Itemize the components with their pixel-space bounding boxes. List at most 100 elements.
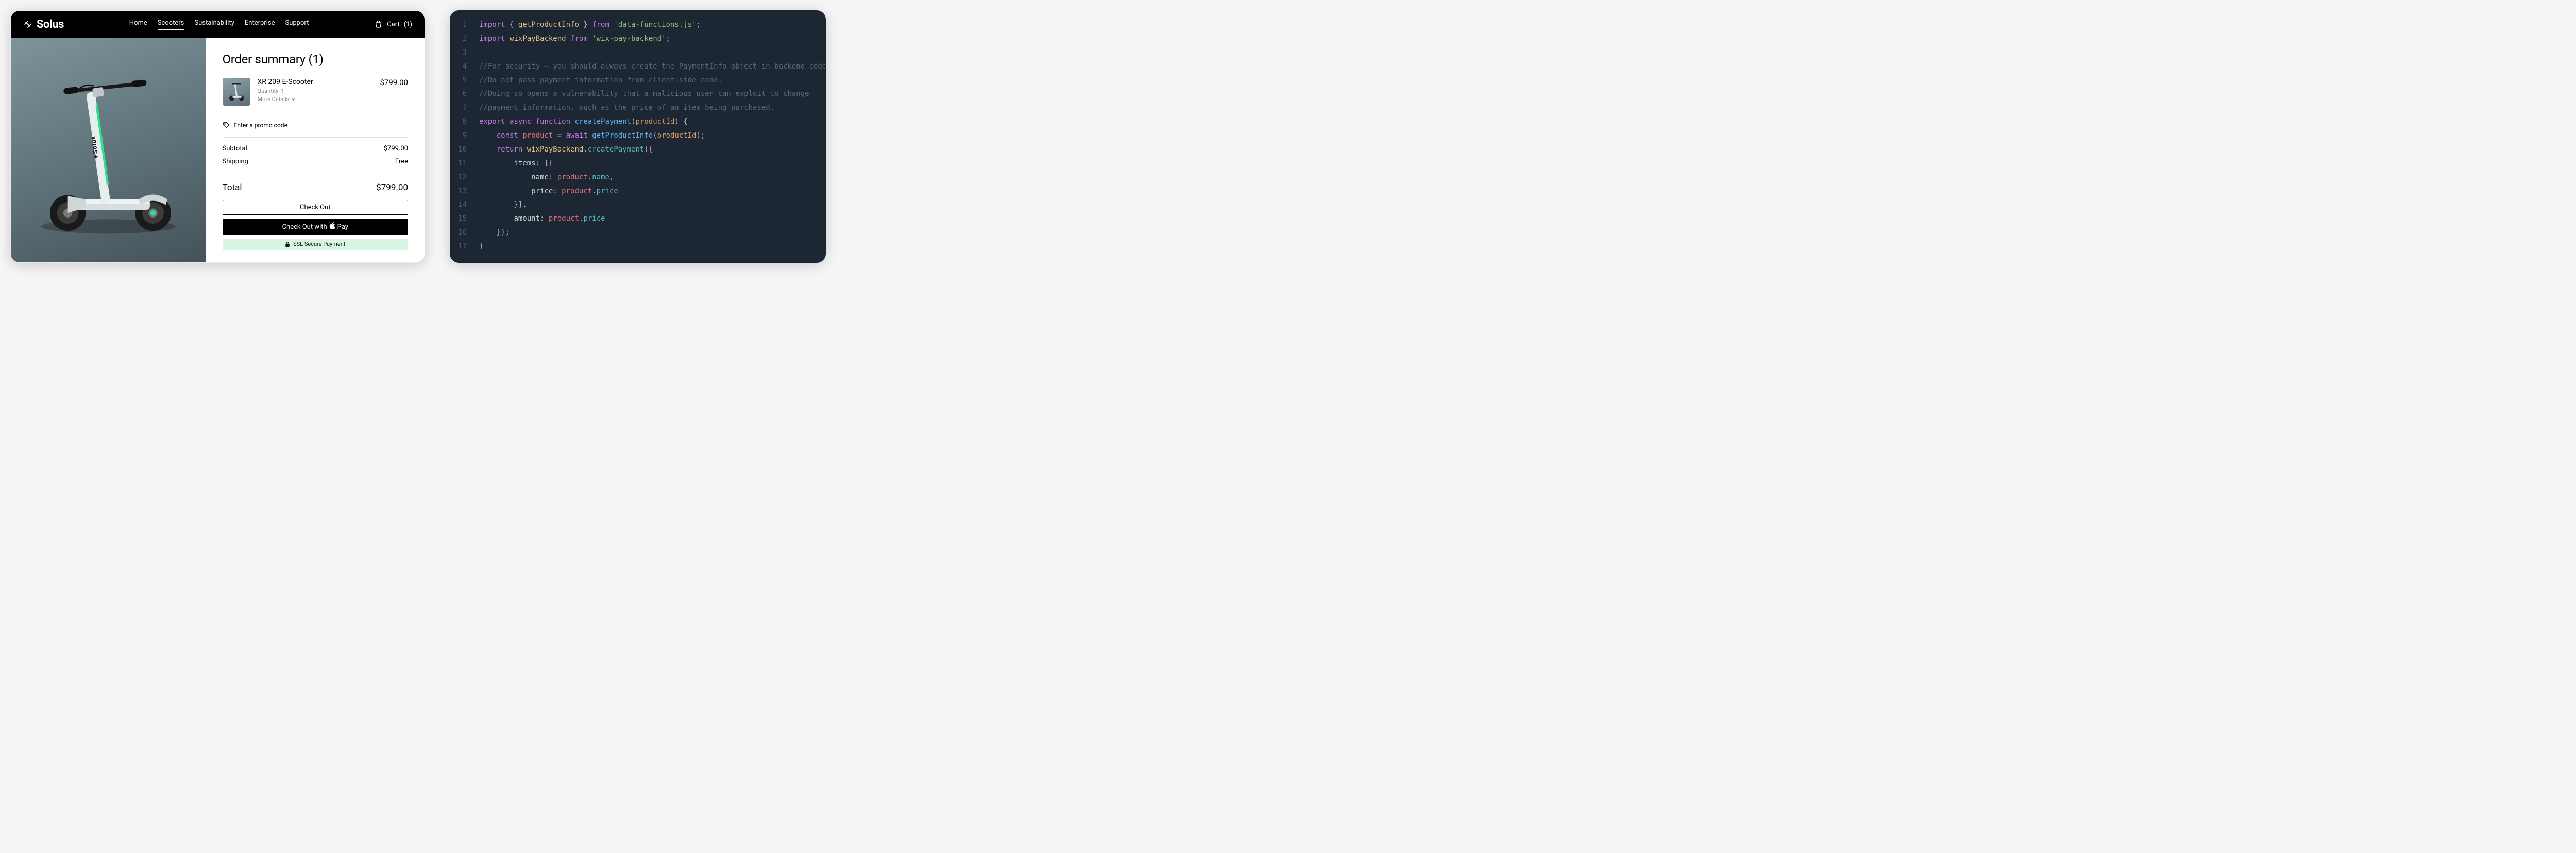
- line-number: 14: [450, 198, 479, 212]
- nav-link-support[interactable]: Support: [285, 19, 309, 30]
- ssl-badge: SSL Secure Payment: [223, 239, 408, 250]
- code-content: const product = await getProductInfo(pro…: [479, 129, 705, 143]
- brand[interactable]: Solus: [23, 18, 64, 31]
- brand-logo-icon: [23, 20, 32, 29]
- code-editor[interactable]: 1import { getProductInfo } from 'data-fu…: [450, 10, 826, 263]
- line-number: 15: [450, 212, 479, 226]
- code-content: //Do not pass payment information from c…: [479, 74, 722, 88]
- code-line[interactable]: 8export async function createPayment(pro…: [450, 115, 825, 129]
- chevron-down-icon: [291, 97, 296, 102]
- line-item: XR 209 E-Scooter Quantity: 1 More Detail…: [223, 78, 408, 114]
- shipping-label: Shipping: [223, 158, 248, 165]
- code-content: import wixPayBackend from 'wix-pay-backe…: [479, 32, 670, 46]
- order-summary-panel: Order summary (1) XR 209 E-Scooter Quant…: [206, 38, 425, 262]
- code-line[interactable]: 13 price: product.price: [450, 185, 825, 198]
- checkout-apple-prefix: Check Out with: [282, 223, 327, 231]
- code-content: //Doing so opens a vulnerability that a …: [479, 87, 809, 101]
- code-line[interactable]: 6//Doing so opens a vulnerability that a…: [450, 87, 825, 101]
- product-image: ✦Solus: [19, 65, 198, 244]
- code-content: name: product.name,: [479, 171, 614, 185]
- shipping-value: Free: [395, 158, 408, 165]
- more-details-toggle[interactable]: More Details: [258, 96, 373, 103]
- line-number: 10: [450, 143, 479, 157]
- code-content: amount: product.price: [479, 212, 605, 226]
- line-item-name: XR 209 E-Scooter: [258, 78, 373, 86]
- code-line[interactable]: 2import wixPayBackend from 'wix-pay-back…: [450, 32, 825, 46]
- code-content: return wixPayBackend.createPayment({: [479, 143, 653, 157]
- apple-logo-icon: [329, 222, 335, 231]
- cart-icon: [374, 20, 383, 29]
- code-line[interactable]: 4//For security – you should always crea…: [450, 60, 825, 74]
- code-line[interactable]: 1import { getProductInfo } from 'data-fu…: [450, 18, 825, 32]
- code-content: price: product.price: [479, 185, 618, 198]
- code-line[interactable]: 12 name: product.name,: [450, 171, 825, 185]
- ssl-label: SSL Secure Payment: [293, 241, 345, 247]
- nav-links: Home Scooters Sustainability Enterprise Supp…: [129, 19, 309, 30]
- code-line[interactable]: 7//payment information, such as the pric…: [450, 101, 825, 115]
- code-line[interactable]: 5//Do not pass payment information from …: [450, 74, 825, 88]
- line-number: 4: [450, 60, 479, 74]
- checkout-button-label: Check Out: [300, 204, 331, 211]
- code-line[interactable]: 11 items: [{: [450, 157, 825, 171]
- line-item-quantity: Quantity: 1: [258, 88, 373, 94]
- code-line[interactable]: 15 amount: product.price: [450, 212, 825, 226]
- total-label: Total: [223, 182, 242, 193]
- line-number: 17: [450, 240, 479, 254]
- checkout-apple-suffix: Pay: [337, 223, 348, 231]
- code-content: export async function createPayment(prod…: [479, 115, 688, 129]
- code-line[interactable]: 3: [450, 46, 825, 60]
- nav-link-scooters[interactable]: Scooters: [158, 19, 184, 30]
- code-line[interactable]: 10 return wixPayBackend.createPayment({: [450, 143, 825, 157]
- order-summary-title: Order summary (1): [223, 52, 408, 66]
- product-hero: ✦Solus: [11, 38, 206, 262]
- line-number: 16: [450, 226, 479, 240]
- top-navbar: Solus Home Scooters Sustainability Enterpri…: [11, 11, 425, 38]
- code-content: items: [{: [479, 157, 553, 171]
- code-line[interactable]: 17}: [450, 240, 825, 254]
- line-number: 12: [450, 171, 479, 185]
- storefront-window: Solus Home Scooters Sustainability Enterpri…: [10, 10, 425, 263]
- code-line[interactable]: 16 });: [450, 226, 825, 240]
- line-number: 7: [450, 101, 479, 115]
- nav-link-enterprise[interactable]: Enterprise: [245, 19, 275, 30]
- brand-name: Solus: [37, 18, 64, 31]
- line-number: 8: [450, 115, 479, 129]
- line-number: 9: [450, 129, 479, 143]
- checkout-button[interactable]: Check Out: [223, 200, 408, 215]
- more-details-label: More Details: [258, 96, 290, 103]
- subtotal-row: Subtotal $799.00: [223, 145, 408, 153]
- code-content: }],: [479, 198, 527, 212]
- line-number: 2: [450, 32, 479, 46]
- nav-link-home[interactable]: Home: [129, 19, 147, 30]
- cart-label: Cart: [387, 21, 400, 28]
- tag-icon: [223, 122, 230, 129]
- subtotal-label: Subtotal: [223, 145, 247, 153]
- nav-link-sustainability[interactable]: Sustainability: [194, 19, 234, 30]
- total-value: $799.00: [376, 182, 408, 193]
- line-number: 13: [450, 185, 479, 198]
- line-number: 11: [450, 157, 479, 171]
- line-number: 3: [450, 46, 479, 60]
- cart-count: (1): [404, 21, 412, 28]
- code-line[interactable]: 9 const product = await getProductInfo(p…: [450, 129, 825, 143]
- shipping-row: Shipping Free: [223, 158, 408, 165]
- content-area: ✦Solus Order summary (1): [11, 38, 425, 262]
- code-line[interactable]: 14 }],: [450, 198, 825, 212]
- code-content: //payment information, such as the price…: [479, 101, 774, 115]
- code-content: import { getProductInfo } from 'data-fun…: [479, 18, 701, 32]
- promo-code-label: Enter a promo code: [234, 122, 287, 129]
- line-item-price: $799.00: [380, 78, 408, 106]
- total-row: Total $799.00: [223, 182, 408, 193]
- code-content: }: [479, 240, 483, 254]
- subtotal-value: $799.00: [384, 145, 408, 153]
- cart-link[interactable]: Cart (1): [374, 20, 412, 29]
- line-number: 1: [450, 18, 479, 32]
- promo-code-link[interactable]: Enter a promo code: [223, 122, 408, 138]
- checkout-apple-pay-button[interactable]: Check Out with Pay: [223, 219, 408, 234]
- code-content: });: [479, 226, 510, 240]
- line-item-thumb[interactable]: [223, 78, 250, 106]
- line-number: 5: [450, 74, 479, 88]
- line-number: 6: [450, 87, 479, 101]
- lock-icon: [285, 241, 290, 247]
- code-content: //For security – you should always creat…: [479, 60, 826, 74]
